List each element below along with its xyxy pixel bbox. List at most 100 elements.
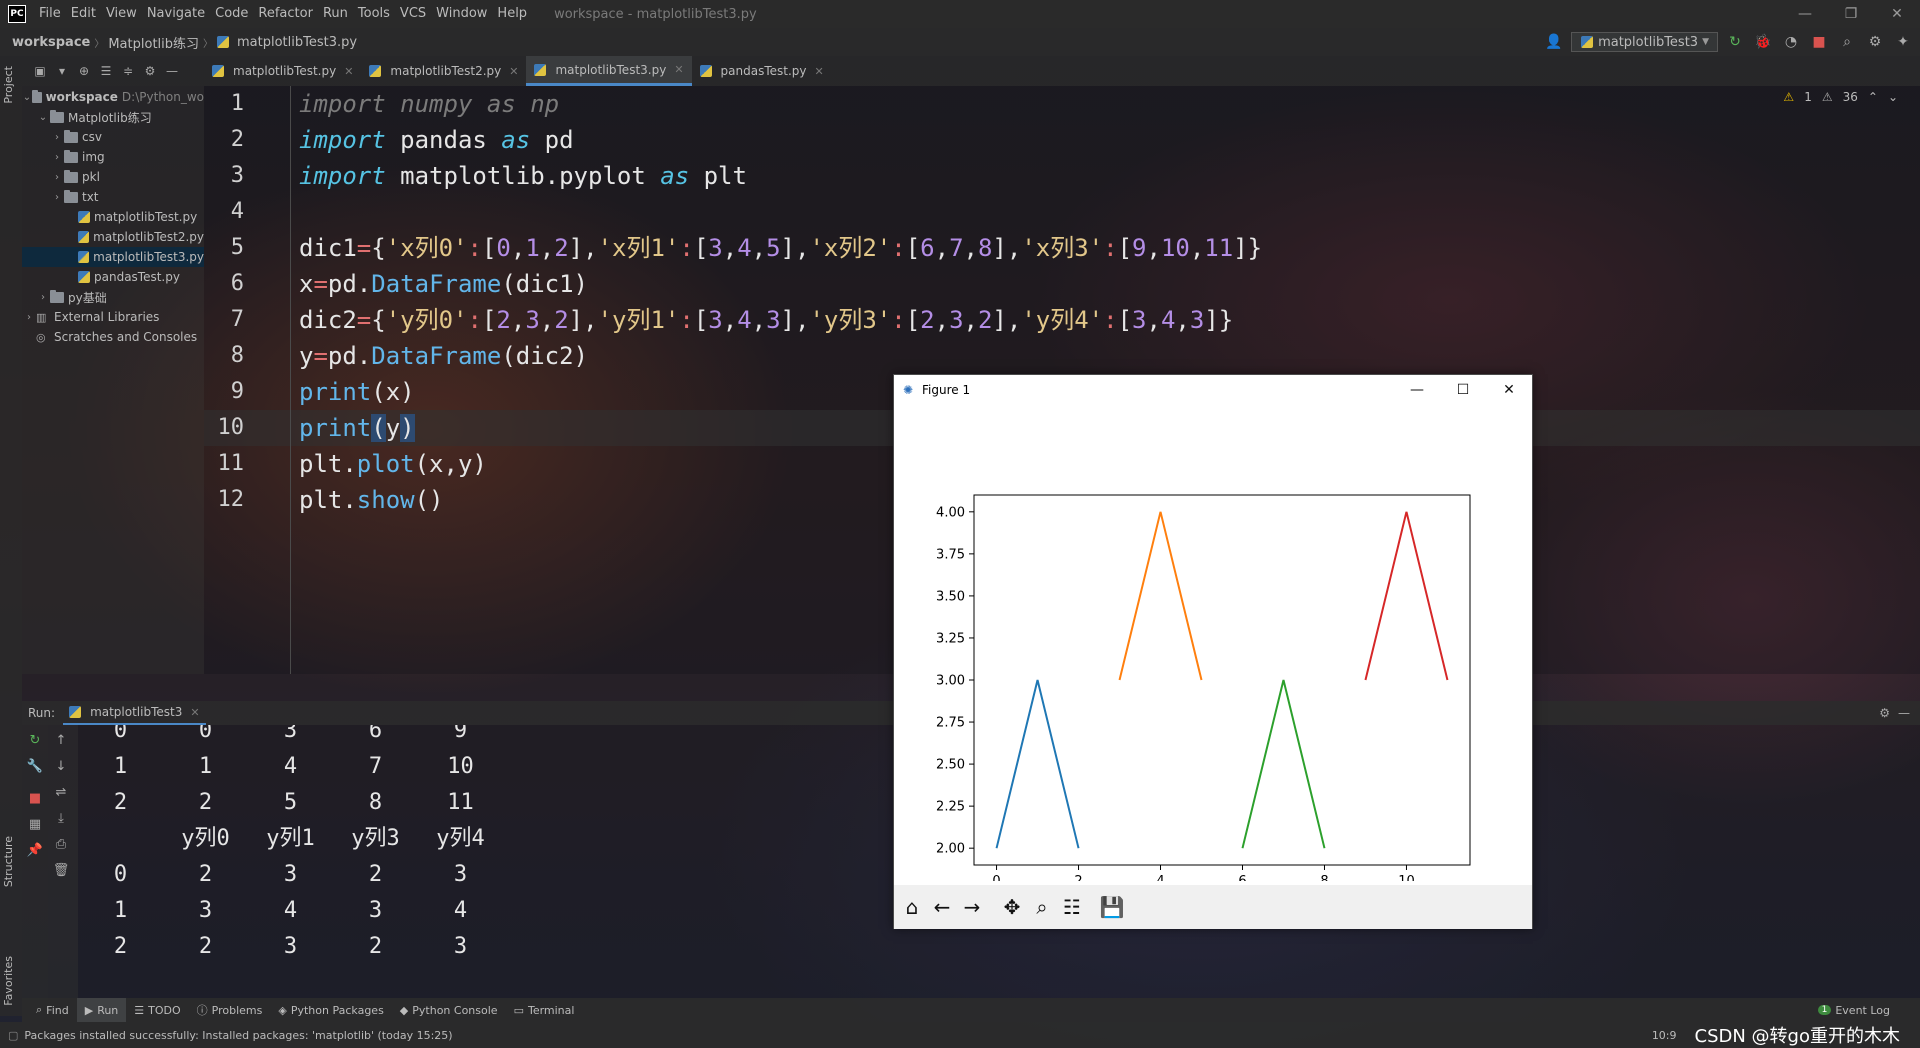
- caret-position[interactable]: 10:9: [1652, 1029, 1677, 1042]
- menu-refactor[interactable]: Refactor: [253, 0, 318, 28]
- expand-all-icon[interactable]: ☰: [98, 63, 114, 79]
- arrow-down-icon[interactable]: ↓: [52, 757, 70, 775]
- tool-tab[interactable]: ☰ TODO: [126, 998, 188, 1022]
- menu-view[interactable]: View: [101, 0, 142, 28]
- breadcrumb-item[interactable]: matplotlibTest3.py: [233, 35, 361, 50]
- tree-item[interactable]: › ▥ External Libraries: [22, 307, 204, 327]
- menu-tools[interactable]: Tools: [353, 0, 395, 28]
- project-tool-tab[interactable]: Project: [2, 66, 15, 104]
- breadcrumb-item[interactable]: Matplotlib练习: [104, 33, 203, 52]
- tool-tab[interactable]: ◈ Python Packages: [270, 998, 391, 1022]
- menu-window[interactable]: Window: [431, 0, 492, 28]
- breadcrumb-item[interactable]: workspace: [8, 35, 94, 50]
- stop-icon[interactable]: ■: [1808, 31, 1830, 53]
- pin-icon[interactable]: 📌: [26, 841, 44, 859]
- menu-file[interactable]: File: [34, 0, 66, 28]
- tool-tab[interactable]: ◆ Python Console: [392, 998, 506, 1022]
- minimize-icon[interactable]: —: [1782, 0, 1828, 28]
- project-view-icon[interactable]: ▣: [32, 63, 48, 79]
- chevron-down-icon[interactable]: ⌄: [1888, 90, 1898, 104]
- code-line[interactable]: import pandas as pd: [299, 122, 574, 158]
- tree-item[interactable]: ◎ Scratches and Consoles: [22, 327, 204, 347]
- inspection-widget[interactable]: ⚠ 1 ⚠ 36 ⌃ ⌄: [1783, 90, 1898, 104]
- trash-icon[interactable]: 🗑: [52, 861, 70, 879]
- code-line[interactable]: plt.plot(x,y): [299, 446, 487, 482]
- tree-item[interactable]: pandasTest.py: [22, 267, 204, 287]
- chevron-down-icon[interactable]: ▾: [54, 63, 70, 79]
- gear-icon[interactable]: ⚙: [1879, 706, 1890, 720]
- editor-tab[interactable]: matplotlibTest3.py ✕: [526, 56, 692, 86]
- save-icon[interactable]: 💾: [1098, 893, 1126, 921]
- tool-tab[interactable]: ⌕ Find: [28, 998, 77, 1022]
- hide-icon[interactable]: —: [164, 63, 180, 79]
- tool-tab[interactable]: ⓘ Problems: [189, 998, 271, 1022]
- soft-wrap-icon[interactable]: ⇌: [52, 783, 70, 801]
- editor-tab[interactable]: matplotlibTest.py ✕: [204, 56, 361, 86]
- tree-item[interactable]: matplotlibTest2.py: [22, 227, 204, 247]
- debug-icon[interactable]: 🐞: [1752, 31, 1774, 53]
- gear-icon[interactable]: ⚙: [142, 63, 158, 79]
- code-line[interactable]: plt.show(): [299, 482, 444, 518]
- menu-edit[interactable]: Edit: [66, 0, 101, 28]
- forward-icon[interactable]: →: [958, 893, 986, 921]
- code-line[interactable]: print(x): [299, 374, 415, 410]
- scroll-to-end-icon[interactable]: ⤓: [52, 809, 70, 827]
- tree-item[interactable]: ⌄ Matplotlib练习: [22, 107, 204, 127]
- tool-tab[interactable]: ▭ Terminal: [506, 998, 583, 1022]
- code-line[interactable]: print(y): [299, 410, 415, 446]
- tree-item[interactable]: › img: [22, 147, 204, 167]
- tool-tab[interactable]: ▶ Run: [76, 998, 127, 1022]
- locate-icon[interactable]: ⊕: [76, 63, 92, 79]
- chevron-down-icon[interactable]: ⌄: [22, 92, 32, 103]
- rerun-icon[interactable]: ↻: [26, 731, 44, 749]
- run-configuration-select[interactable]: matplotlibTest3 ▼: [1571, 32, 1718, 52]
- tree-item[interactable]: › csv: [22, 127, 204, 147]
- code-line[interactable]: dic2={'y列0':[2,3,2],'y列1':[3,4,3],'y列3':…: [299, 302, 1233, 338]
- editor-tab[interactable]: matplotlibTest2.py ✕: [361, 56, 526, 86]
- menu-run[interactable]: Run: [318, 0, 353, 28]
- code-line[interactable]: import matplotlib.pyplot as plt: [299, 158, 747, 194]
- tree-item[interactable]: ⌄ workspace D:\Python_wo: [22, 87, 204, 107]
- chevron-right-icon[interactable]: ›: [50, 172, 64, 183]
- maximize-icon[interactable]: ☐: [1440, 375, 1486, 405]
- favorites-tool-tab[interactable]: Favorites: [2, 956, 15, 1006]
- back-icon[interactable]: ←: [928, 893, 956, 921]
- code-line[interactable]: x=pd.DataFrame(dic1): [299, 266, 588, 302]
- layout-icon[interactable]: ▦: [26, 815, 44, 833]
- menu-navigate[interactable]: Navigate: [142, 0, 210, 28]
- zoom-icon[interactable]: ⌕: [1028, 893, 1056, 921]
- user-icon[interactable]: 👤: [1543, 31, 1565, 53]
- ide-update-icon[interactable]: ✦: [1892, 31, 1914, 53]
- chevron-right-icon[interactable]: ›: [22, 312, 36, 323]
- minimize-icon[interactable]: —: [1394, 375, 1440, 405]
- code-line[interactable]: y=pd.DataFrame(dic2): [299, 338, 588, 374]
- structure-tool-tab[interactable]: Structure: [2, 836, 15, 887]
- coverage-icon[interactable]: ◔: [1780, 31, 1802, 53]
- status-message[interactable]: Packages installed successfully: Install…: [24, 1029, 452, 1042]
- menu-code[interactable]: Code: [210, 0, 253, 28]
- chevron-right-icon[interactable]: ›: [50, 152, 64, 163]
- figure-canvas[interactable]: 0 2 4 6 8 10 2.00 2.25 2.50 2.75 3.00 3.25 3.50 3.75 4…: [894, 405, 1532, 881]
- chevron-down-icon[interactable]: ⌄: [36, 112, 50, 123]
- rerun-icon[interactable]: ↻: [1724, 31, 1746, 53]
- tree-item[interactable]: matplotlibTest.py: [22, 207, 204, 227]
- tree-item[interactable]: › pkl: [22, 167, 204, 187]
- print-icon[interactable]: ⎙: [52, 835, 70, 853]
- code-line[interactable]: dic1={'x列0':[0,1,2],'x列1':[3,4,5],'x列2':…: [299, 230, 1262, 266]
- chevron-right-icon[interactable]: ›: [36, 292, 50, 303]
- close-icon[interactable]: ✕: [1874, 0, 1920, 28]
- tree-item[interactable]: › py基础: [22, 287, 204, 307]
- arrow-up-icon[interactable]: ↑: [52, 731, 70, 749]
- hide-icon[interactable]: —: [1898, 706, 1910, 720]
- settings-icon[interactable]: ⚙: [1864, 31, 1886, 53]
- close-icon[interactable]: ✕: [1486, 375, 1532, 405]
- restore-icon[interactable]: ❐: [1828, 0, 1874, 28]
- code-line[interactable]: import numpy as np: [299, 86, 559, 122]
- chevron-up-icon[interactable]: ⌃: [1868, 90, 1878, 104]
- wrench-icon[interactable]: 🔧: [26, 757, 44, 775]
- close-icon[interactable]: ✕: [674, 63, 683, 76]
- chevron-right-icon[interactable]: ›: [50, 132, 64, 143]
- home-icon[interactable]: ⌂: [898, 893, 926, 921]
- tree-item[interactable]: matplotlibTest3.py: [22, 247, 204, 267]
- menu-vcs[interactable]: VCS: [395, 0, 431, 28]
